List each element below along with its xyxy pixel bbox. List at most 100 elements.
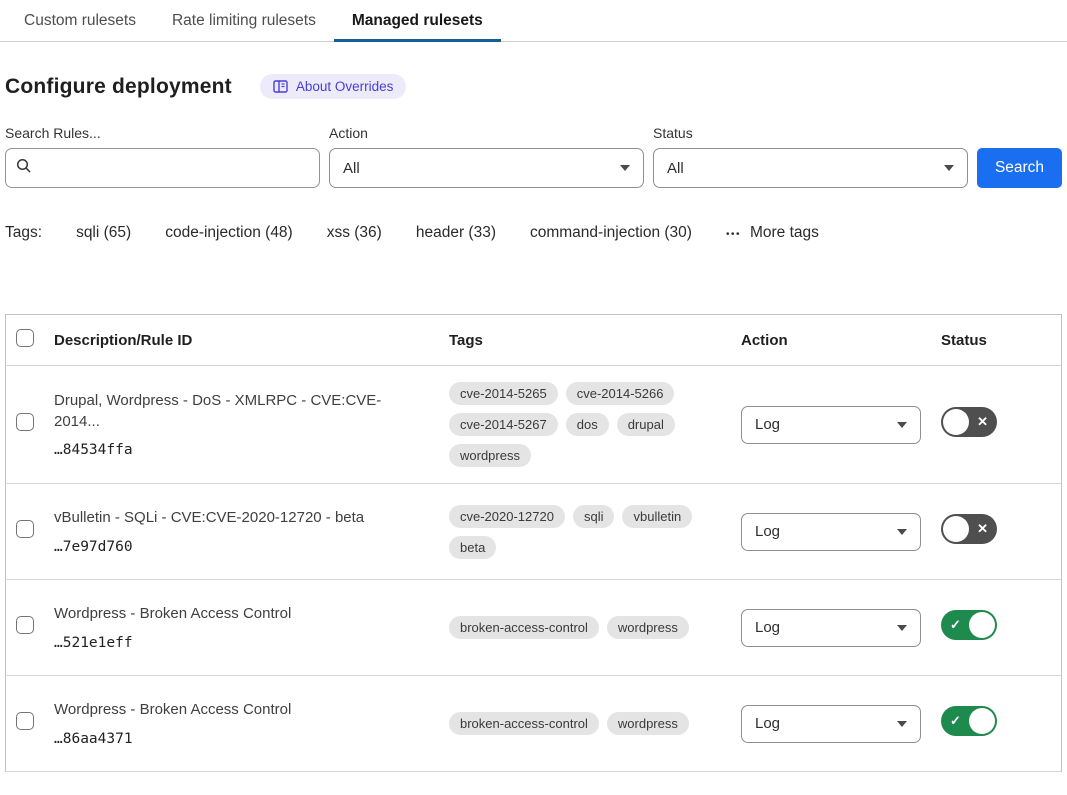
row-description: Wordpress - Broken Access Control [54, 700, 425, 720]
toggle-knob [969, 612, 995, 638]
row-rule-id: …7e97d760 [54, 539, 425, 555]
row-rule-id: …521e1eff [54, 635, 425, 651]
chevron-down-icon [944, 165, 954, 171]
tag-pill: cve-2014-5265 [449, 382, 558, 405]
tag-filter-link[interactable]: command-injection (30) [530, 224, 692, 242]
tag-pill: cve-2020-12720 [449, 505, 565, 528]
table-body: Drupal, Wordpress - DoS - XMLRPC - CVE:C… [6, 366, 1061, 772]
toggle-state-icon: ✕ [977, 521, 988, 537]
row-rule-id: …84534ffa [54, 442, 425, 458]
book-icon [273, 80, 288, 93]
row-checkbox[interactable] [16, 413, 34, 431]
row-status-toggle[interactable]: ✕ [941, 407, 997, 437]
row-action-value: Log [755, 416, 780, 433]
row-checkbox[interactable] [16, 520, 34, 538]
toggle-knob [943, 516, 969, 542]
tag-filter-link[interactable]: header (33) [416, 224, 496, 242]
row-description: Drupal, Wordpress - DoS - XMLRPC - CVE:C… [54, 391, 425, 432]
toggle-knob [943, 409, 969, 435]
ellipsis-icon: ••• [726, 229, 741, 240]
chevron-down-icon [897, 625, 907, 631]
row-action-value: Log [755, 523, 780, 540]
chevron-down-icon [897, 422, 907, 428]
search-button[interactable]: Search [977, 148, 1062, 188]
more-tags-button[interactable]: ••• More tags [726, 224, 819, 242]
tag-pill: wordpress [607, 712, 689, 735]
chevron-down-icon [897, 721, 907, 727]
column-tags: Tags [449, 332, 741, 349]
row-description: vBulletin - SQLi - CVE:CVE-2020-12720 - … [54, 508, 425, 528]
row-action-value: Log [755, 715, 780, 732]
tab-bar: Custom rulesets Rate limiting rulesets M… [0, 0, 1067, 42]
search-rules-input[interactable] [40, 160, 309, 177]
action-filter-label: Action [329, 125, 644, 141]
select-all-checkbox[interactable] [16, 329, 34, 347]
search-icon [16, 158, 32, 179]
row-action-select[interactable]: Log [741, 406, 921, 444]
table-row: Wordpress - Broken Access Control …86aa4… [6, 676, 1061, 772]
action-filter-value: All [343, 160, 360, 177]
tag-filter-link[interactable]: sqli (65) [76, 224, 131, 242]
tag-filter-link[interactable]: xss (36) [327, 224, 382, 242]
tag-pill: broken-access-control [449, 616, 599, 639]
tag-pill: wordpress [607, 616, 689, 639]
row-tags: cve-2020-12720sqlivbulletinbeta [449, 505, 741, 559]
row-checkbox[interactable] [16, 616, 34, 634]
table-row: vBulletin - SQLi - CVE:CVE-2020-12720 - … [6, 484, 1061, 580]
chevron-down-icon [620, 165, 630, 171]
table-row: Drupal, Wordpress - DoS - XMLRPC - CVE:C… [6, 366, 1061, 484]
toggle-state-icon: ✓ [950, 713, 961, 729]
action-filter-select[interactable]: All [329, 148, 644, 188]
status-filter-label: Status [653, 125, 968, 141]
toggle-knob [969, 708, 995, 734]
row-tags: broken-access-control wordpress [449, 712, 741, 735]
row-action-value: Log [755, 619, 780, 636]
row-status-toggle[interactable]: ✓ [941, 610, 997, 640]
about-overrides-label: About Overrides [296, 79, 394, 94]
row-description: Wordpress - Broken Access Control [54, 604, 425, 624]
tab-managed-rulesets[interactable]: Managed rulesets [334, 0, 501, 41]
about-overrides-badge[interactable]: About Overrides [260, 74, 407, 99]
managed-rulesets-page: Custom rulesets Rate limiting rulesets M… [0, 0, 1067, 772]
tag-pill: wordpress [449, 444, 531, 467]
row-status-toggle[interactable]: ✕ [941, 514, 997, 544]
search-box [5, 148, 320, 188]
search-rules-label: Search Rules... [5, 125, 320, 141]
row-tags: cve-2014-5265 cve-2014-5266 cve-2014-5267 d… [449, 382, 741, 467]
column-status: Status [941, 332, 1061, 349]
toggle-state-icon: ✓ [950, 617, 961, 633]
tag-pill: drupal [617, 413, 675, 436]
chevron-down-icon [897, 529, 907, 535]
row-rule-id: …86aa4371 [54, 731, 425, 747]
row-action-select[interactable]: Log [741, 513, 921, 551]
tag-filter-link[interactable]: code-injection (48) [165, 224, 293, 242]
tags-bar: Tags: sqli (65) code-injection (48) xss (3… [5, 224, 1062, 242]
page-title: Configure deployment [5, 75, 232, 99]
tag-pill: beta [449, 536, 496, 559]
table-row: Wordpress - Broken Access Control …521e1… [6, 580, 1061, 676]
status-filter-value: All [667, 160, 684, 177]
heading-row: Configure deployment About Overrides [5, 74, 1062, 99]
tab-custom-rulesets[interactable]: Custom rulesets [6, 0, 154, 41]
filters-row: Search Rules... Action All [5, 125, 1062, 188]
tag-pill: sqli [573, 505, 615, 528]
row-action-select[interactable]: Log [741, 609, 921, 647]
tag-pill: broken-access-control [449, 712, 599, 735]
toggle-state-icon: ✕ [977, 414, 988, 430]
tag-pill: dos [566, 413, 609, 436]
row-action-select[interactable]: Log [741, 705, 921, 743]
more-tags-label: More tags [750, 224, 819, 242]
tab-rate-limiting-rulesets[interactable]: Rate limiting rulesets [154, 0, 334, 41]
tags-bar-label: Tags: [5, 224, 42, 242]
table-header: Description/Rule ID Tags Action Status [6, 315, 1061, 366]
status-filter-select[interactable]: All [653, 148, 968, 188]
tag-pill: cve-2014-5266 [566, 382, 675, 405]
tag-pill: cve-2014-5267 [449, 413, 558, 436]
row-status-toggle[interactable]: ✓ [941, 706, 997, 736]
tags-bar-list: sqli (65) code-injection (48) xss (36) head… [76, 224, 692, 242]
row-tags: broken-access-control wordpress [449, 616, 741, 639]
column-action: Action [741, 332, 941, 349]
column-description: Description/Rule ID [54, 332, 449, 349]
row-checkbox[interactable] [16, 712, 34, 730]
rules-table: Description/Rule ID Tags Action Status D… [5, 314, 1062, 772]
